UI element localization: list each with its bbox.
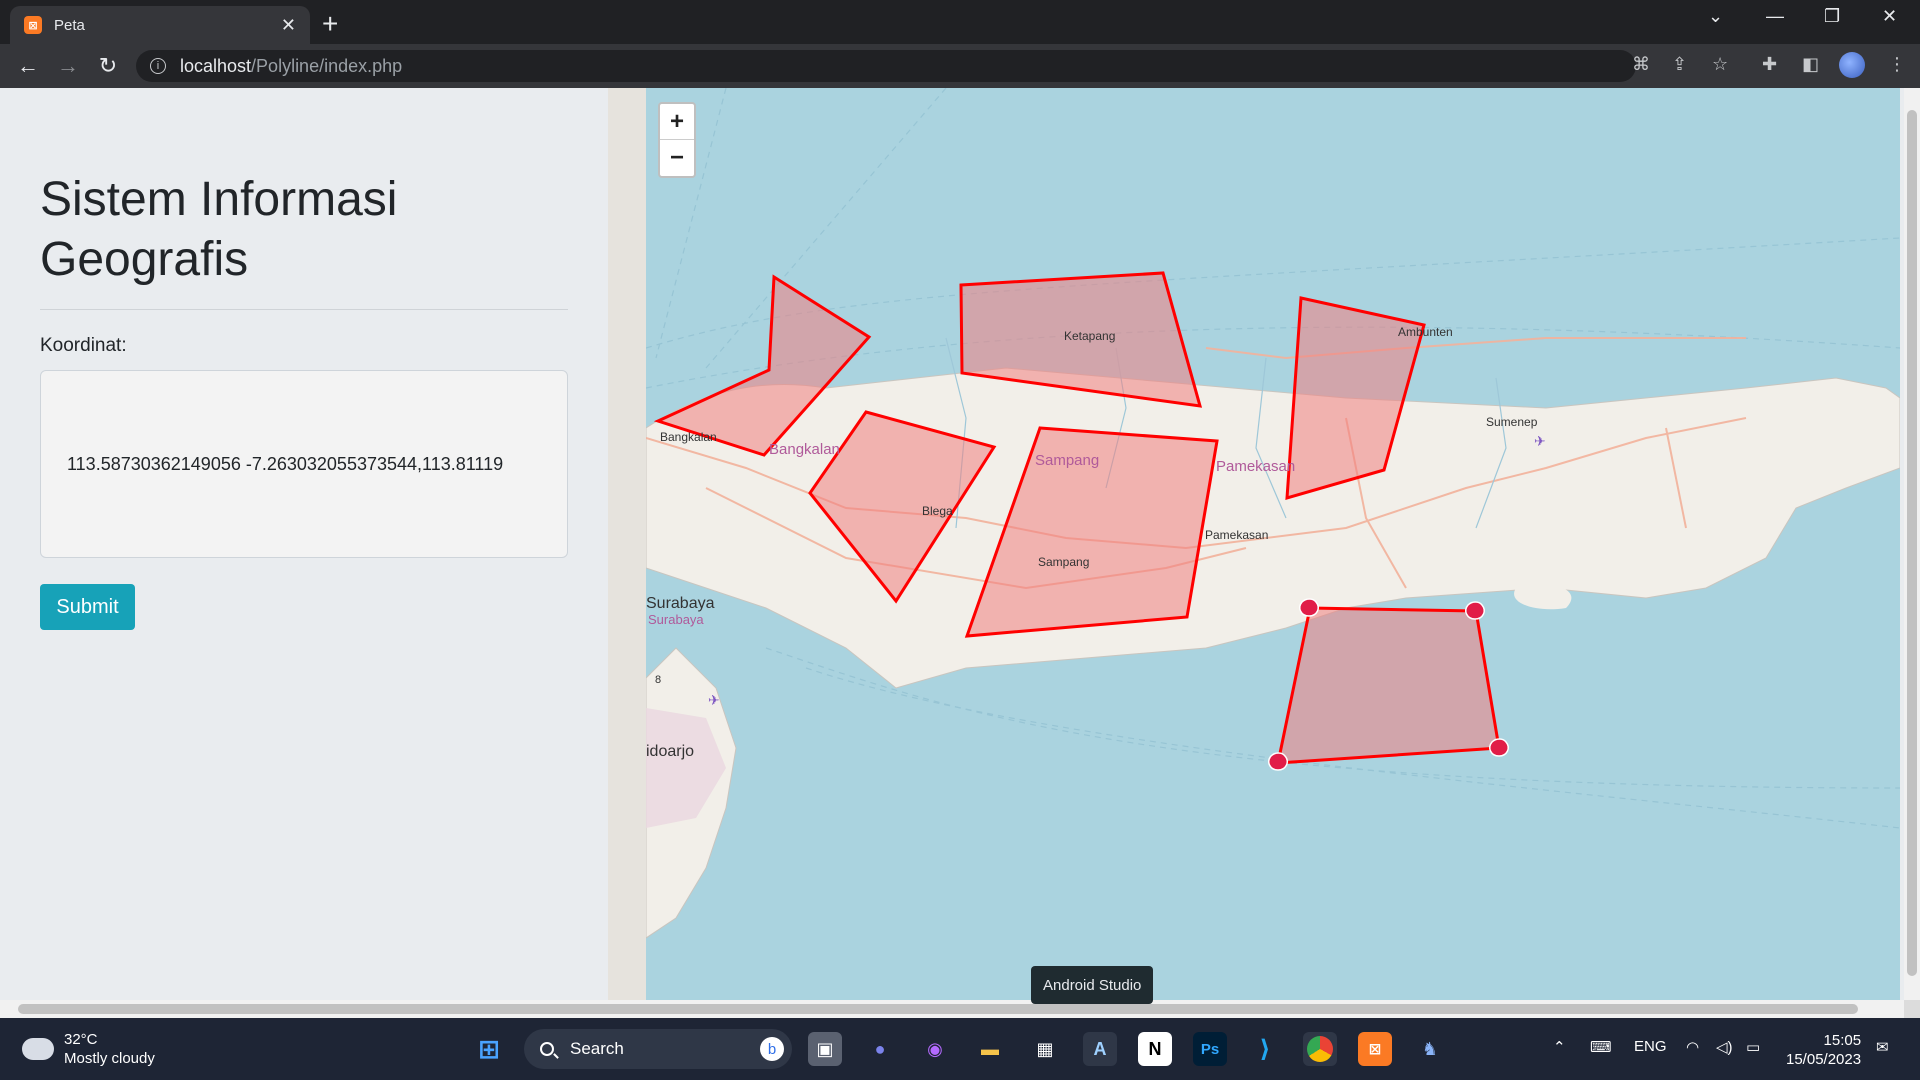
tab-search-icon[interactable]: ⌄ bbox=[1708, 6, 1723, 27]
keyboard-icon[interactable]: ⌨ bbox=[1590, 1038, 1612, 1056]
back-icon[interactable]: ← bbox=[8, 53, 48, 79]
start-icon[interactable]: ⊞ bbox=[472, 1032, 506, 1066]
map-marker bbox=[1299, 598, 1319, 617]
scroll-thumb[interactable] bbox=[1907, 110, 1917, 976]
volume-icon[interactable]: ◁) bbox=[1716, 1038, 1733, 1056]
reload-icon[interactable]: ↻ bbox=[88, 53, 128, 79]
new-tab-icon[interactable]: + bbox=[322, 8, 338, 40]
meet-icon[interactable]: ● bbox=[863, 1032, 897, 1066]
profile-avatar[interactable] bbox=[1839, 52, 1865, 78]
map-label: Sampang bbox=[1038, 555, 1089, 569]
language-indicator[interactable]: ENG bbox=[1634, 1038, 1667, 1055]
map-label: idoarjo bbox=[646, 743, 694, 760]
chrome-icon[interactable] bbox=[1303, 1032, 1337, 1066]
photoshop-icon[interactable]: Ps bbox=[1193, 1032, 1227, 1066]
zoom-in-button[interactable]: + bbox=[660, 104, 694, 140]
coordinate-label: Koordinat: bbox=[40, 335, 127, 356]
map-label: Ketapang bbox=[1064, 329, 1115, 343]
submit-button[interactable]: Submit bbox=[40, 584, 135, 630]
bookmark-star-icon[interactable]: ☆ bbox=[1712, 54, 1728, 75]
madura-island bbox=[646, 367, 1900, 689]
xampp-icon: ⊠ bbox=[24, 16, 42, 34]
map-label: Blega bbox=[922, 504, 953, 518]
store-icon[interactable]: ▦ bbox=[1028, 1032, 1062, 1066]
map-marker bbox=[1489, 738, 1509, 757]
android-studio-icon[interactable]: A bbox=[1083, 1032, 1117, 1066]
map-label: Bangkalan bbox=[769, 441, 840, 458]
xampp-icon[interactable]: ⊠ bbox=[1358, 1032, 1392, 1066]
map-label: Surabaya bbox=[646, 595, 715, 612]
extensions-icon[interactable]: ✚ bbox=[1762, 54, 1777, 75]
page-title: Sistem Informasi Geografis bbox=[40, 173, 398, 286]
close-window-icon[interactable]: ✕ bbox=[1882, 6, 1897, 27]
map-label: Bangkalan bbox=[660, 430, 717, 444]
weather-cloudy-icon bbox=[18, 1032, 54, 1060]
tab-title: Peta bbox=[54, 16, 85, 34]
map-polygon-6 bbox=[1276, 606, 1501, 765]
browser-tab[interactable]: ⊠ Peta ✕ bbox=[10, 6, 310, 44]
map-label: Ambunten bbox=[1398, 325, 1453, 339]
taskbar-tooltip: Android Studio bbox=[1031, 966, 1154, 1004]
sidebar-form: Sistem Informasi Geografis Koordinat: 11… bbox=[0, 88, 608, 1000]
map-label: Pamekasan bbox=[1205, 528, 1268, 542]
title-divider bbox=[40, 309, 568, 310]
airport-icon: ✈ bbox=[708, 692, 720, 708]
map-label: 8 bbox=[655, 674, 661, 686]
close-tab-icon[interactable]: ✕ bbox=[281, 15, 296, 36]
zoom-control: + − bbox=[658, 102, 696, 178]
scroll-corner bbox=[1904, 1000, 1920, 1018]
map-marker bbox=[1268, 752, 1288, 771]
page-viewport: Sistem Informasi Geografis Koordinat: 11… bbox=[0, 88, 1904, 1000]
notification-icon[interactable]: ✉ bbox=[1876, 1038, 1889, 1056]
vertical-scrollbar[interactable] bbox=[1904, 88, 1920, 1000]
clock-date: 15/05/2023 bbox=[1786, 1051, 1862, 1068]
vscode-icon[interactable]: ⟩ bbox=[1248, 1032, 1282, 1066]
weather-temp: 32°C bbox=[64, 1031, 98, 1048]
map-label: Sampang bbox=[1035, 452, 1099, 469]
coordinate-textarea[interactable]: 113.58730362149056 -7.263032055373544,11… bbox=[40, 370, 568, 558]
bing-icon[interactable]: b bbox=[760, 1037, 784, 1061]
taskbar-search[interactable]: Search b bbox=[524, 1029, 792, 1069]
site-info-icon[interactable]: i bbox=[150, 58, 166, 74]
search-label: Search bbox=[570, 1039, 624, 1058]
map-label: Sumenep bbox=[1486, 415, 1538, 429]
airport-icon: ✈ bbox=[1534, 433, 1546, 449]
tab-strip: ⊠ Peta ✕ + ⌄ — ❐ ✕ bbox=[0, 0, 1920, 44]
wifi-icon[interactable]: ◠ bbox=[1686, 1038, 1699, 1056]
show-hidden-icons[interactable]: ⌃ bbox=[1553, 1038, 1566, 1056]
map-label: Pamekasan bbox=[1216, 458, 1295, 475]
github-icon[interactable]: ◉ bbox=[918, 1032, 952, 1066]
postgres-icon[interactable]: ♞ bbox=[1413, 1032, 1447, 1066]
search-icon bbox=[540, 1042, 554, 1056]
horizontal-scrollbar[interactable] bbox=[0, 1000, 1904, 1018]
task-view-icon[interactable]: ▣ bbox=[808, 1032, 842, 1066]
side-panel-icon[interactable]: ◧ bbox=[1802, 54, 1819, 75]
menu-kebab-icon[interactable]: ⋮ bbox=[1888, 54, 1906, 75]
map-canvas[interactable]: Ketapang Ambunten Sumenep Bangkalan Bang… bbox=[646, 88, 1900, 1000]
share-icon[interactable]: ⇪ bbox=[1672, 54, 1687, 75]
map-gutter bbox=[608, 88, 646, 1000]
taskbar-clock[interactable]: 15:05 15/05/2023 bbox=[1786, 1031, 1861, 1069]
scroll-thumb[interactable] bbox=[18, 1004, 1858, 1014]
minimize-icon[interactable]: — bbox=[1766, 6, 1784, 27]
address-bar[interactable]: i localhost /Polyline/index.php bbox=[136, 50, 1636, 82]
weather-desc: Mostly cloudy bbox=[64, 1050, 155, 1067]
translate-icon[interactable]: ⌘ bbox=[1632, 54, 1650, 75]
url-host: localhost bbox=[180, 55, 252, 76]
battery-icon[interactable]: ▭ bbox=[1746, 1038, 1760, 1056]
zoom-out-button[interactable]: − bbox=[660, 140, 694, 176]
taskbar: 32°C Mostly cloudy ⊞ Search b ▣ ● ◉ ▬ ▦ … bbox=[0, 1018, 1920, 1080]
notion-icon[interactable]: N bbox=[1138, 1032, 1172, 1066]
clock-time: 15:05 bbox=[1823, 1032, 1862, 1049]
map-svg: Ketapang Ambunten Sumenep Bangkalan Bang… bbox=[646, 88, 1900, 939]
file-explorer-icon[interactable]: ▬ bbox=[973, 1032, 1007, 1066]
map-marker bbox=[1465, 601, 1485, 620]
weather-widget[interactable]: 32°C Mostly cloudy bbox=[18, 1030, 155, 1068]
url-path: /Polyline/index.php bbox=[251, 55, 403, 76]
map-label: Surabaya bbox=[648, 612, 704, 627]
restore-icon[interactable]: ❐ bbox=[1824, 6, 1840, 27]
forward-icon[interactable]: → bbox=[48, 53, 88, 79]
